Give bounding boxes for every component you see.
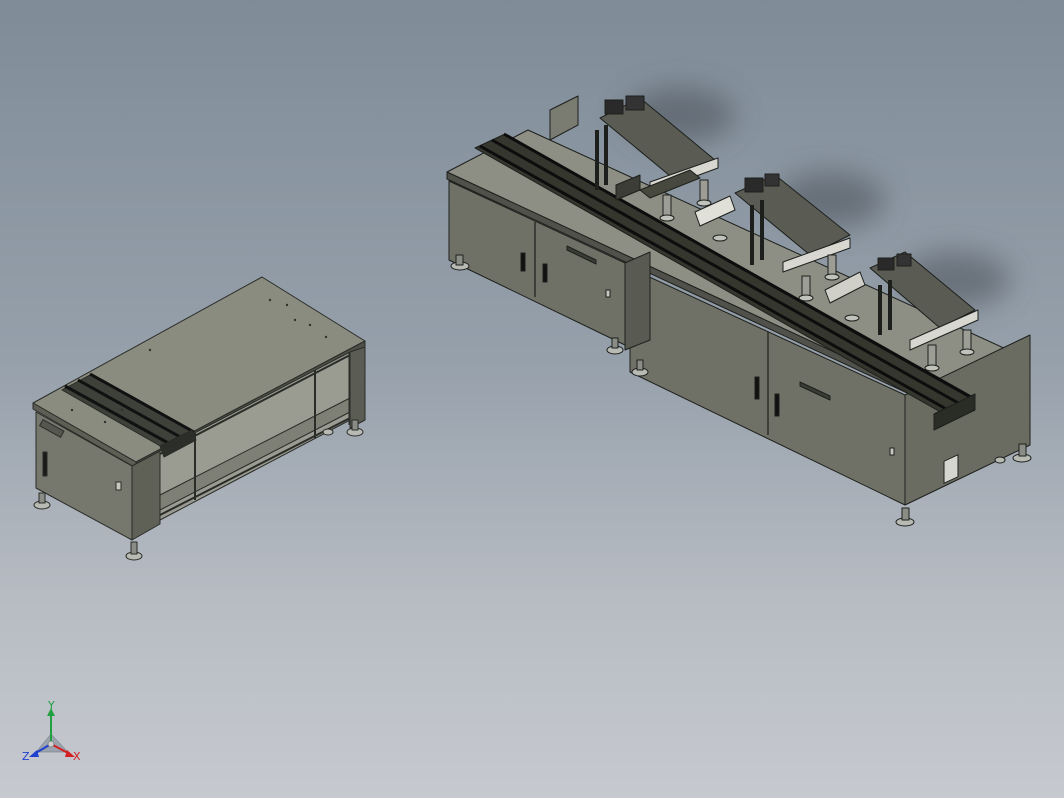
triad-origin bbox=[47, 740, 55, 748]
graphics-viewport[interactable]: Y X Z bbox=[0, 0, 1064, 798]
small-workbench[interactable] bbox=[32, 276, 366, 561]
back-guard-plate bbox=[549, 95, 579, 141]
cad-scene[interactable] bbox=[0, 0, 1064, 798]
production-line[interactable] bbox=[446, 95, 1032, 527]
cabinet-module-split bbox=[624, 251, 651, 351]
orientation-triad[interactable]: Y X Z bbox=[18, 699, 88, 770]
cabinet-side-panel bbox=[131, 450, 161, 541]
y-axis-label: Y bbox=[47, 700, 55, 712]
x-axis-label: X bbox=[73, 750, 81, 763]
cabinet-door-handle[interactable] bbox=[42, 451, 48, 477]
cabinet-lock bbox=[115, 481, 122, 491]
frame-end-panel bbox=[349, 346, 366, 429]
z-axis-label: Z bbox=[22, 750, 30, 763]
